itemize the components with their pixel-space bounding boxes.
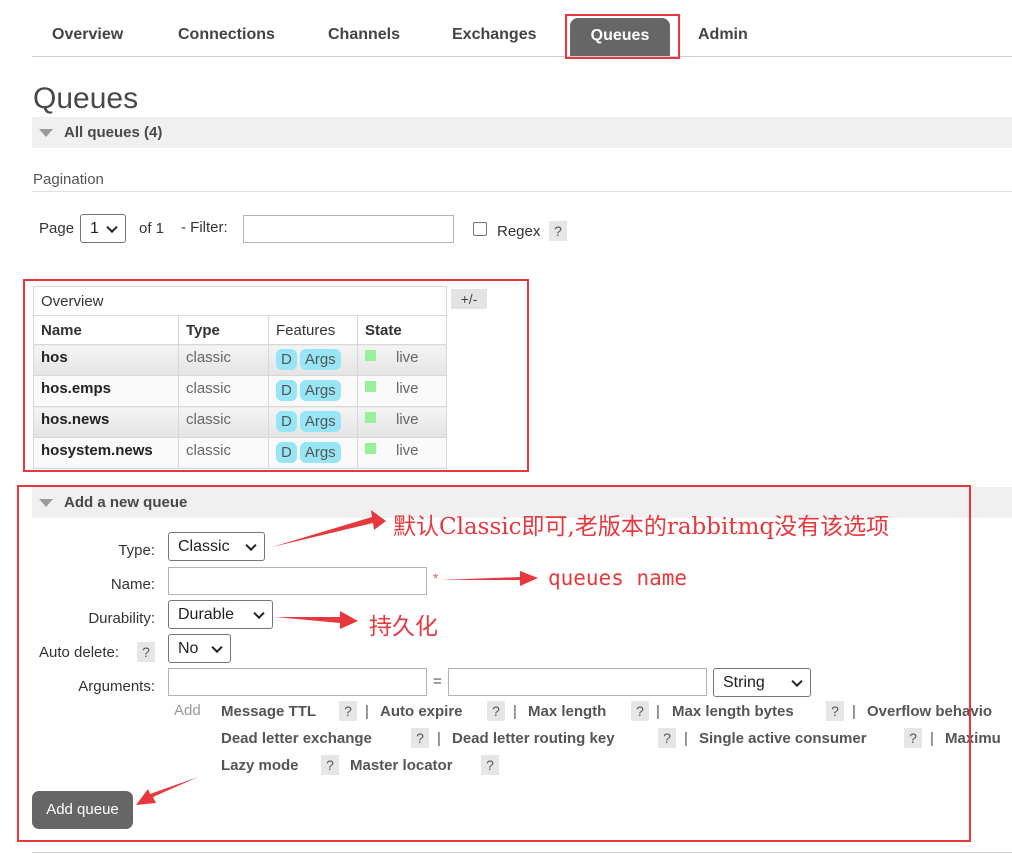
annotation-durability-note: 持久化 — [369, 614, 438, 640]
annotation-type-note: 默认Classic即可,老版本的rabbitmq没有该选项 — [393, 514, 890, 540]
annotation-name-note: queues name — [548, 566, 688, 590]
annotation-arrows — [136, 510, 538, 805]
